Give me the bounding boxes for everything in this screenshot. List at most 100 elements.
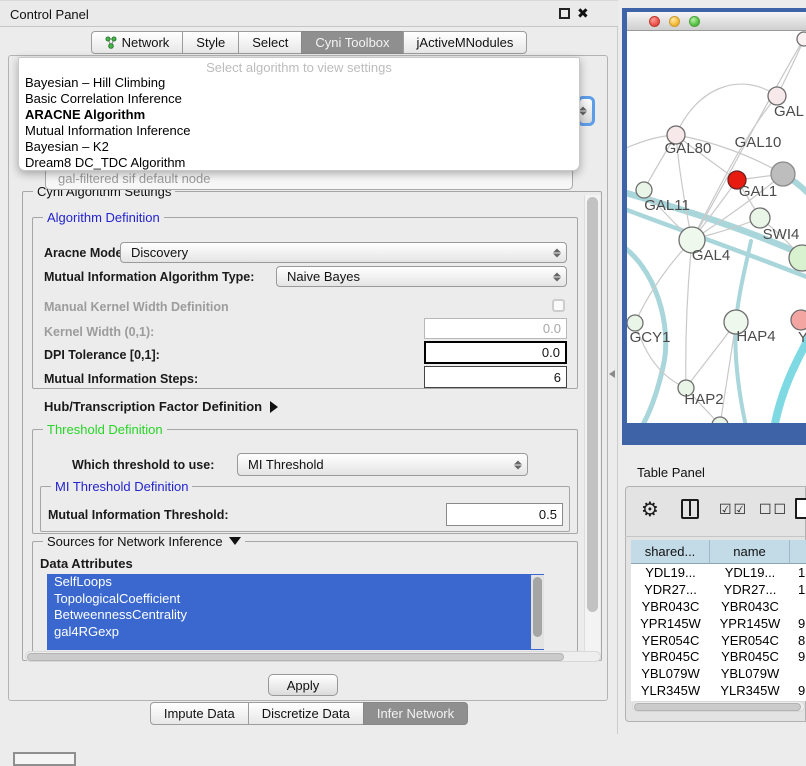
threshold-definition-title: Threshold Definition bbox=[43, 422, 167, 437]
export-table-icon[interactable] bbox=[795, 498, 806, 519]
dropdown-prompt: Select algorithm to view settings bbox=[19, 58, 579, 75]
attributes-scrollbar-thumb[interactable] bbox=[533, 577, 542, 637]
mi-type-combo[interactable]: Naive Bayes bbox=[276, 266, 567, 287]
dpi-tolerance-field[interactable]: 0.0 bbox=[424, 341, 567, 364]
table-row[interactable]: YBR043CYBR043C bbox=[631, 598, 806, 615]
mi-steps-label: Mutual Information Steps: bbox=[44, 372, 198, 386]
dropdown-item-basic-correlation-inference[interactable]: Basic Correlation Inference bbox=[19, 91, 579, 107]
attribute-item-gal4rgexp[interactable]: gal4RGexp bbox=[47, 624, 544, 641]
control-panel-tabs: Network Style Select Cyni ToolboxjActiveMNo… bbox=[0, 31, 618, 54]
tab-select[interactable]: Select bbox=[238, 31, 302, 54]
table-row[interactable]: YPR145WYPR145W9. bbox=[631, 615, 806, 632]
table-cell: YBR045C bbox=[710, 648, 790, 665]
settings-scrollbar-thumb[interactable] bbox=[587, 197, 598, 612]
table-cell: YDR27... bbox=[710, 581, 790, 598]
network-window-titlebar[interactable] bbox=[627, 12, 806, 31]
settings-hscrollbar-thumb[interactable] bbox=[27, 653, 564, 661]
checked-columns-icon[interactable]: ☑☑ bbox=[719, 501, 748, 518]
table-row[interactable]: YDR27...YDR27...12 bbox=[631, 581, 806, 598]
gear-icon[interactable]: ⚙ bbox=[641, 497, 659, 522]
table-cell: YLR345W bbox=[631, 682, 710, 699]
which-threshold-combo[interactable]: MI Threshold bbox=[237, 453, 528, 476]
table-cell bbox=[790, 598, 806, 615]
data-attributes-label: Data Attributes bbox=[40, 556, 133, 571]
tab-label: Network bbox=[122, 35, 170, 50]
sources-group-title[interactable]: Sources for Network Inference bbox=[43, 534, 245, 549]
table-row[interactable]: YER054CYER054C8. bbox=[631, 632, 806, 649]
table-cell: YER054C bbox=[710, 632, 790, 649]
column-layout-icon[interactable] bbox=[681, 499, 699, 519]
data-attributes-list[interactable]: SelfLoopsTopologicalCoefficientBetweenne… bbox=[47, 574, 544, 650]
attribute-item-betweennesscentrality[interactable]: BetweennessCentrality bbox=[47, 607, 544, 624]
zoom-traffic-light-icon[interactable] bbox=[689, 16, 700, 27]
dropdown-items: Bayesian – Hill ClimbingBasic Correlatio… bbox=[19, 75, 579, 171]
tab-discretize-data[interactable]: Discretize Data bbox=[248, 702, 364, 725]
node-y[interactable] bbox=[791, 310, 806, 330]
minimize-traffic-light-icon[interactable] bbox=[669, 16, 680, 27]
tab-label: Select bbox=[252, 35, 288, 50]
node-gal1[interactable] bbox=[750, 208, 770, 228]
close-traffic-light-icon[interactable] bbox=[649, 16, 660, 27]
node-unlabeled[interactable] bbox=[712, 417, 728, 423]
spinner-arrows-icon bbox=[514, 460, 522, 469]
dropdown-item-bayesian-k2[interactable]: Bayesian – K2 bbox=[19, 139, 579, 155]
node-unlabeled[interactable] bbox=[797, 32, 806, 46]
network-canvas[interactable]: GALGAL80GAL10GAL1GAL11GAL4SWI4GCY1HAP4YH… bbox=[627, 31, 806, 423]
table-cell: 13 bbox=[790, 564, 806, 581]
float-window-icon[interactable] bbox=[559, 8, 570, 19]
table-row[interactable]: YBR045CYBR045C9. bbox=[631, 648, 806, 665]
close-icon[interactable]: ✖ bbox=[577, 5, 589, 22]
dropdown-item-aracne-algorithm[interactable]: ARACNE Algorithm bbox=[19, 107, 579, 123]
column-header-shared[interactable]: shared... bbox=[631, 540, 710, 564]
attribute-item-selfloops[interactable]: SelfLoops bbox=[47, 574, 544, 591]
column-header-name[interactable]: name bbox=[710, 540, 790, 564]
splitter-arrow-icon[interactable] bbox=[609, 370, 615, 378]
node-table[interactable]: shared...nameAYDL19...YDL19...13YDR27...… bbox=[631, 540, 806, 701]
which-threshold-value: MI Threshold bbox=[248, 457, 324, 472]
mi-type-label: Mutual Information Algorithm Type: bbox=[44, 270, 254, 284]
collapse-down-icon bbox=[229, 537, 241, 545]
tab-jactivemnodules[interactable]: jActiveMNodules bbox=[403, 31, 528, 54]
table-cell bbox=[790, 665, 806, 682]
table-header-row: shared...nameA bbox=[631, 540, 806, 564]
mi-steps-field[interactable]: 6 bbox=[424, 366, 567, 388]
tab-impute-data[interactable]: Impute Data bbox=[150, 702, 249, 725]
mi-type-value: Naive Bayes bbox=[287, 269, 360, 284]
mi-threshold-field[interactable]: 0.5 bbox=[446, 503, 563, 526]
apply-button[interactable]: Apply bbox=[268, 674, 338, 696]
column-header-a[interactable]: A bbox=[790, 540, 806, 564]
table-row[interactable]: YLR345WYLR345W9. bbox=[631, 682, 806, 699]
table-row[interactable]: YDL19...YDL19...13 bbox=[631, 564, 806, 581]
node-label-swi4: SWI4 bbox=[763, 226, 800, 243]
table-cell: YBR045C bbox=[631, 648, 710, 665]
dropdown-item-bayesian-hill-climbing[interactable]: Bayesian – Hill Climbing bbox=[19, 75, 579, 91]
tab-infer-network[interactable]: Infer Network bbox=[363, 702, 468, 725]
table-cell: YBR043C bbox=[710, 598, 790, 615]
unchecked-columns-icon[interactable]: ☐☐ bbox=[759, 501, 788, 518]
table-cell: 8. bbox=[790, 632, 806, 649]
algorithm-definition-title: Algorithm Definition bbox=[43, 210, 164, 225]
cyni-bottom-tabs: Impute DataDiscretize DataInfer Network bbox=[0, 702, 618, 725]
node-gal11[interactable] bbox=[636, 182, 652, 198]
network-edge[interactable] bbox=[676, 84, 777, 135]
network-graph: GALGAL80GAL10GAL1GAL11GAL4SWI4GCY1HAP4YH… bbox=[627, 31, 806, 423]
node-label-y: Y bbox=[798, 329, 806, 346]
table-row[interactable]: YBL079WYBL079W bbox=[631, 665, 806, 682]
node-label-gal: GAL bbox=[774, 103, 804, 120]
tab-style[interactable]: Style bbox=[182, 31, 239, 54]
kernel-width-field[interactable]: 0.0 bbox=[424, 318, 567, 339]
dropdown-item-dream8-dc-tdc-algorithm[interactable]: Dream8 DC_TDC Algorithm bbox=[19, 155, 579, 171]
table-cell: 9. bbox=[790, 648, 806, 665]
hub-definition-expander[interactable]: Hub/Transcription Factor Definition bbox=[44, 399, 278, 414]
network-window[interactable]: GALGAL80GAL10GAL1GAL11GAL4SWI4GCY1HAP4YH… bbox=[622, 8, 806, 445]
table-cell: YER054C bbox=[631, 632, 710, 649]
aracne-mode-combo[interactable]: Discovery bbox=[120, 242, 567, 263]
manual-kernel-label: Manual Kernel Width Definition bbox=[44, 300, 229, 314]
hub-definition-label: Hub/Transcription Factor Definition bbox=[44, 399, 262, 414]
manual-kernel-checkbox[interactable] bbox=[552, 299, 565, 312]
tab-cyni-toolbox[interactable]: Cyni Toolbox bbox=[301, 31, 403, 54]
dropdown-item-mutual-information-inference[interactable]: Mutual Information Inference bbox=[19, 123, 579, 139]
attribute-item-topologicalcoefficient[interactable]: TopologicalCoefficient bbox=[47, 591, 544, 608]
tab-network[interactable]: Network bbox=[91, 31, 184, 54]
table-hscrollbar-thumb[interactable] bbox=[634, 703, 801, 711]
